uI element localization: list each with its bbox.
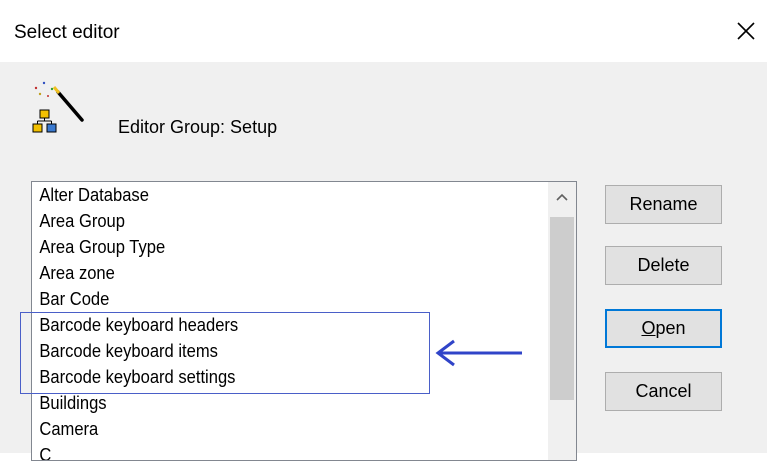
open-mnemonic: O xyxy=(641,318,656,338)
close-icon[interactable] xyxy=(733,18,759,44)
vertical-scrollbar[interactable] xyxy=(548,182,576,460)
list-item[interactable]: Area Group xyxy=(32,208,507,234)
list-item[interactable]: Bar Code xyxy=(32,286,507,312)
rename-button[interactable]: Rename xyxy=(605,185,722,224)
open-label-rest: pen xyxy=(655,318,686,338)
scroll-thumb[interactable] xyxy=(550,217,574,400)
window-title: Select editor xyxy=(14,22,120,43)
delete-button-label: Delete xyxy=(637,255,690,275)
editor-group-label: Editor Group: Setup xyxy=(118,117,278,137)
cancel-button[interactable]: Cancel xyxy=(605,372,722,411)
left-arrow-icon xyxy=(435,339,522,367)
list-item[interactable]: Area Group Type xyxy=(32,234,507,260)
open-button-label: Open xyxy=(641,318,685,339)
delete-button[interactable]: Delete xyxy=(605,246,722,285)
cancel-button-label: Cancel xyxy=(635,381,692,401)
open-button[interactable]: Open xyxy=(605,309,722,348)
rename-button-label: Rename xyxy=(629,194,698,214)
list-item[interactable]: C xyxy=(32,442,507,460)
list-item[interactable]: Area zone xyxy=(32,260,507,286)
highlight-annotation xyxy=(20,312,430,394)
title-bar: Select editor xyxy=(0,0,767,62)
scroll-up-button[interactable] xyxy=(548,182,576,212)
list-item[interactable]: Alter Database xyxy=(32,182,507,208)
list-item[interactable]: Camera xyxy=(32,416,507,442)
wizard-icon xyxy=(32,81,84,133)
chevron-up-icon xyxy=(556,193,568,201)
